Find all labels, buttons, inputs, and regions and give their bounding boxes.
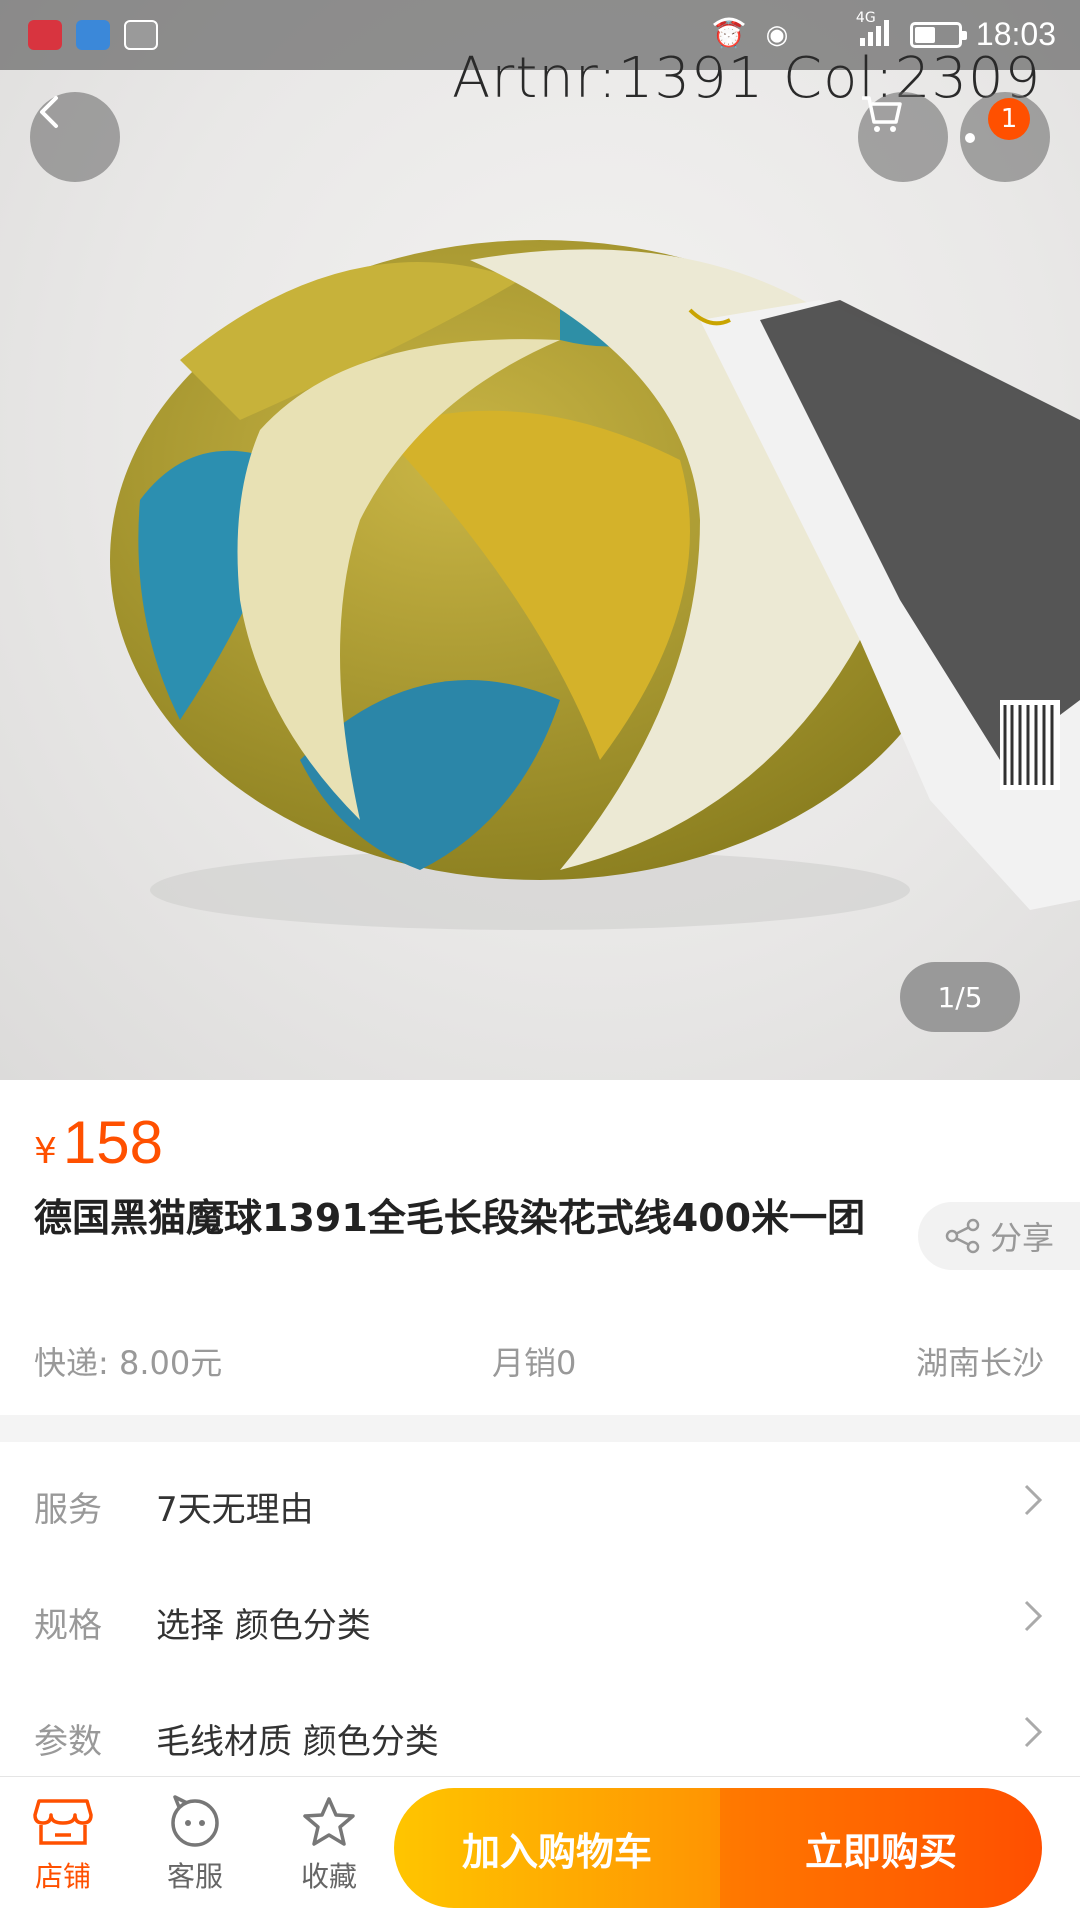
add-to-cart-button[interactable]: 加入购物车: [394, 1788, 720, 1908]
service-label: 客服: [166, 1860, 223, 1893]
store-icon: [33, 1799, 93, 1845]
product-title: 德国黑猫魔球1391全毛长段染花式线400米一团: [34, 1196, 866, 1240]
spec-row-params[interactable]: 参数 毛线材质 颜色分类: [0, 1674, 1080, 1790]
chevron-right-icon: [1024, 1484, 1043, 1516]
share-button[interactable]: 分享: [918, 1202, 1080, 1270]
cart-button[interactable]: [858, 92, 948, 182]
battery-icon: [909, 21, 967, 48]
more-dot-icon: [965, 133, 975, 143]
spec-row-sku[interactable]: 规格 选择 颜色分类: [0, 1558, 1080, 1674]
spec-value: 7天无理由: [156, 1490, 314, 1530]
share-label: 分享: [990, 1219, 1055, 1257]
chevron-right-icon: [1024, 1716, 1043, 1748]
price-amount: 158: [62, 1109, 164, 1176]
favorite-label: 收藏: [300, 1860, 357, 1893]
back-button[interactable]: [30, 92, 120, 182]
app-red-book-icon: [28, 20, 62, 50]
spec-value: 毛线材质 颜色分类: [156, 1722, 439, 1762]
spec-key: 参数: [34, 1722, 102, 1762]
monthly-sales: 月销0: [492, 1344, 577, 1382]
spec-key: 规格: [34, 1606, 102, 1646]
product-info-card: ¥ 158 德国黑猫魔球1391全毛长段染花式线400米一团 分享 快递: 8.…: [0, 1080, 1080, 1415]
service-icon: [171, 1795, 219, 1847]
share-icon: [945, 1218, 980, 1254]
app-blue-icon: [76, 20, 110, 50]
chevron-right-icon: [1024, 1600, 1043, 1632]
customer-service-tab[interactable]: 客服: [140, 1795, 250, 1895]
favorite-tab[interactable]: 收藏: [274, 1795, 384, 1895]
product-image-carousel[interactable]: ⏰ ◉ 4G 18:03 Artnr:1391 Col:2309 1 1/5: [0, 0, 1080, 1080]
star-icon: [303, 1797, 355, 1846]
spec-row-service[interactable]: 服务 7天无理由: [0, 1442, 1080, 1558]
message-badge: 1: [988, 98, 1030, 140]
cart-icon: [862, 96, 902, 132]
price: ¥ 158: [34, 1108, 163, 1177]
ship-location: 湖南长沙: [915, 1344, 1044, 1382]
spec-key: 服务: [34, 1490, 102, 1530]
store-label: 店铺: [34, 1860, 91, 1893]
store-tab[interactable]: 店铺: [8, 1795, 118, 1895]
app-shield-icon: [124, 20, 158, 50]
spec-value: 选择 颜色分类: [156, 1606, 371, 1646]
buy-now-button[interactable]: 立即购买: [720, 1788, 1042, 1908]
chevron-left-icon: [40, 96, 58, 128]
image-pager: 1/5: [900, 962, 1020, 1032]
shipping-fee: 快递: 8.00元: [34, 1344, 223, 1382]
spec-list: 服务 7天无理由 规格 选择 颜色分类 参数 毛线材质 颜色分类: [0, 1442, 1080, 1782]
image-overlay-text: Artnr:1391 Col:2309: [452, 46, 1042, 111]
currency-symbol: ¥: [34, 1131, 57, 1172]
